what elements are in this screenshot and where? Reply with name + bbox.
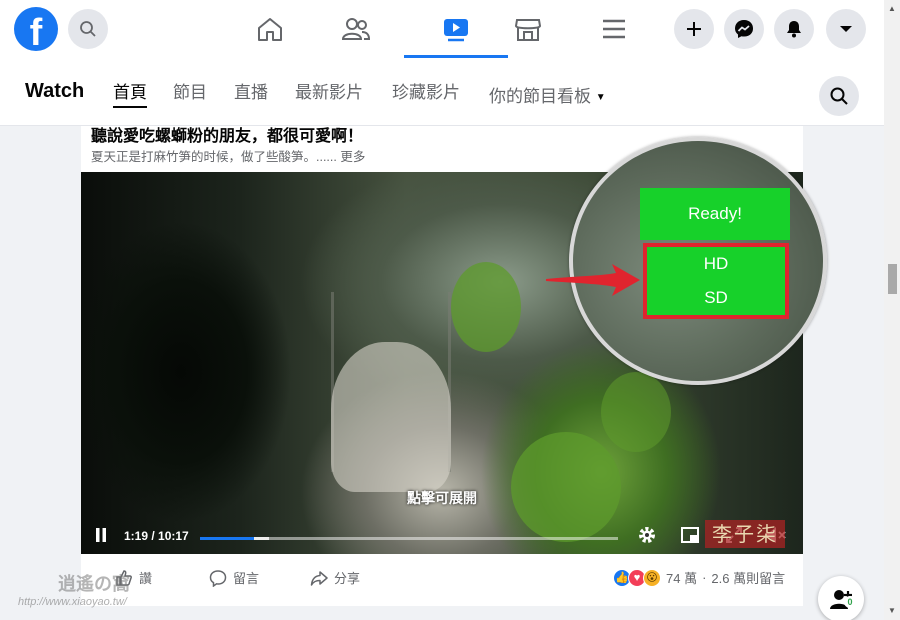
- video-watermark: 李子柒: [705, 520, 785, 548]
- video-leaf-shape: [451, 262, 521, 352]
- settings-button[interactable]: [634, 522, 660, 548]
- comment-count[interactable]: 2.6 萬則留言: [711, 568, 785, 587]
- page-scrollbar[interactable]: ▲ ▼: [884, 0, 900, 620]
- subtab-shows[interactable]: 節目: [173, 78, 207, 103]
- scroll-down-arrow-icon[interactable]: ▼: [888, 606, 896, 615]
- wow-reaction-icon: 😮: [643, 568, 661, 587]
- account-button[interactable]: [826, 9, 866, 49]
- top-navigation-bar: f: [0, 0, 884, 58]
- quality-highlight-box: HD SD: [643, 243, 789, 319]
- site-watermark-name: 逍遙の窩: [58, 574, 130, 594]
- nav-tab-friends[interactable]: [304, 0, 408, 58]
- sd-button[interactable]: SD: [647, 281, 785, 315]
- facebook-logo[interactable]: f: [14, 7, 58, 51]
- contacts-button[interactable]: 0: [818, 576, 864, 620]
- scroll-thumb[interactable]: [888, 264, 897, 294]
- site-watermark: 逍遙の窩 http://www.xiaoyao.tw/: [4, 570, 184, 618]
- gear-icon: [639, 527, 655, 543]
- subtab-saved[interactable]: 珍藏影片: [392, 78, 460, 103]
- search-icon: [80, 21, 96, 37]
- reaction-summary[interactable]: 👍 ♥ 😮 74 萬 · 2.6 萬則留言: [613, 568, 785, 587]
- pause-icon: [96, 528, 106, 542]
- friends-icon: [341, 18, 371, 40]
- comment-icon: [209, 569, 227, 587]
- marketplace-icon: [514, 19, 542, 41]
- watch-title: Watch: [25, 80, 85, 102]
- comment-label: 留言: [233, 571, 260, 586]
- dropdown-caret-icon: ▼: [595, 92, 606, 104]
- watch-icon: [444, 19, 468, 42]
- dropdown-label: 你的節目看板: [489, 87, 591, 106]
- site-watermark-url: http://www.xiaoyao.tw/: [18, 596, 127, 608]
- notification-icon: [787, 21, 801, 38]
- video-person-shape: [331, 342, 451, 492]
- post-description: 夏天正是打麻竹笋的时候，做了些酸笋。...... 更多: [91, 146, 365, 165]
- search-button[interactable]: [68, 9, 108, 49]
- contacts-badge: 0: [844, 596, 856, 608]
- progress-fill: [200, 537, 254, 540]
- video-controls: 1:19 / 10:17: [81, 520, 803, 554]
- create-button[interactable]: [674, 9, 714, 49]
- pause-button[interactable]: [91, 522, 111, 548]
- reaction-count: 74 萬: [666, 571, 698, 586]
- messenger-button[interactable]: [724, 9, 764, 49]
- search-icon: [830, 87, 848, 105]
- your-watchlist-dropdown[interactable]: 你的節目看板 ▼: [489, 82, 606, 107]
- share-icon: [310, 570, 328, 586]
- ready-button[interactable]: Ready!: [640, 188, 790, 240]
- red-arrow-icon: [546, 264, 640, 296]
- watch-search-button[interactable]: [819, 76, 859, 116]
- hd-button[interactable]: HD: [647, 247, 785, 281]
- notifications-button[interactable]: [774, 9, 814, 49]
- menu-icon: [603, 19, 625, 39]
- subtab-live[interactable]: 直播: [234, 78, 268, 103]
- video-time-label: 1:19 / 10:17: [124, 529, 189, 543]
- nav-tab-menu[interactable]: [562, 0, 666, 58]
- video-progress-bar[interactable]: [200, 537, 618, 540]
- share-label: 分享: [334, 571, 361, 586]
- scroll-up-arrow-icon[interactable]: ▲: [888, 4, 896, 13]
- messenger-icon: [735, 20, 753, 38]
- subtab-latest[interactable]: 最新影片: [295, 78, 363, 103]
- post-title: 聽說愛吃螺螄粉的朋友，都很可愛啊！: [91, 128, 364, 145]
- comment-button[interactable]: 留言: [209, 568, 259, 587]
- account-caret-icon: [840, 26, 852, 32]
- post-description-text: 夏天正是打麻竹笋的时候，做了些酸笋。......: [91, 150, 337, 164]
- mini-player-button[interactable]: [679, 522, 701, 548]
- mini-player-icon: [681, 527, 699, 543]
- subtab-home[interactable]: 首頁: [113, 78, 147, 108]
- plus-icon: [687, 22, 701, 36]
- see-more-link[interactable]: 更多: [340, 150, 365, 164]
- home-icon: [258, 18, 282, 41]
- watch-subnav: Watch 首頁 節目 直播 最新影片 珍藏影片 你的節目看板 ▼: [0, 58, 884, 126]
- post-actions: 讚 留言 分享 👍 ♥ 😮 74 萬 · 2.6 萬則留言: [81, 558, 803, 598]
- video-leaf-shape: [601, 372, 671, 452]
- share-button[interactable]: 分享: [310, 568, 360, 587]
- separator-dot: ·: [702, 570, 707, 585]
- click-to-expand-label[interactable]: 點擊可展開: [81, 488, 803, 508]
